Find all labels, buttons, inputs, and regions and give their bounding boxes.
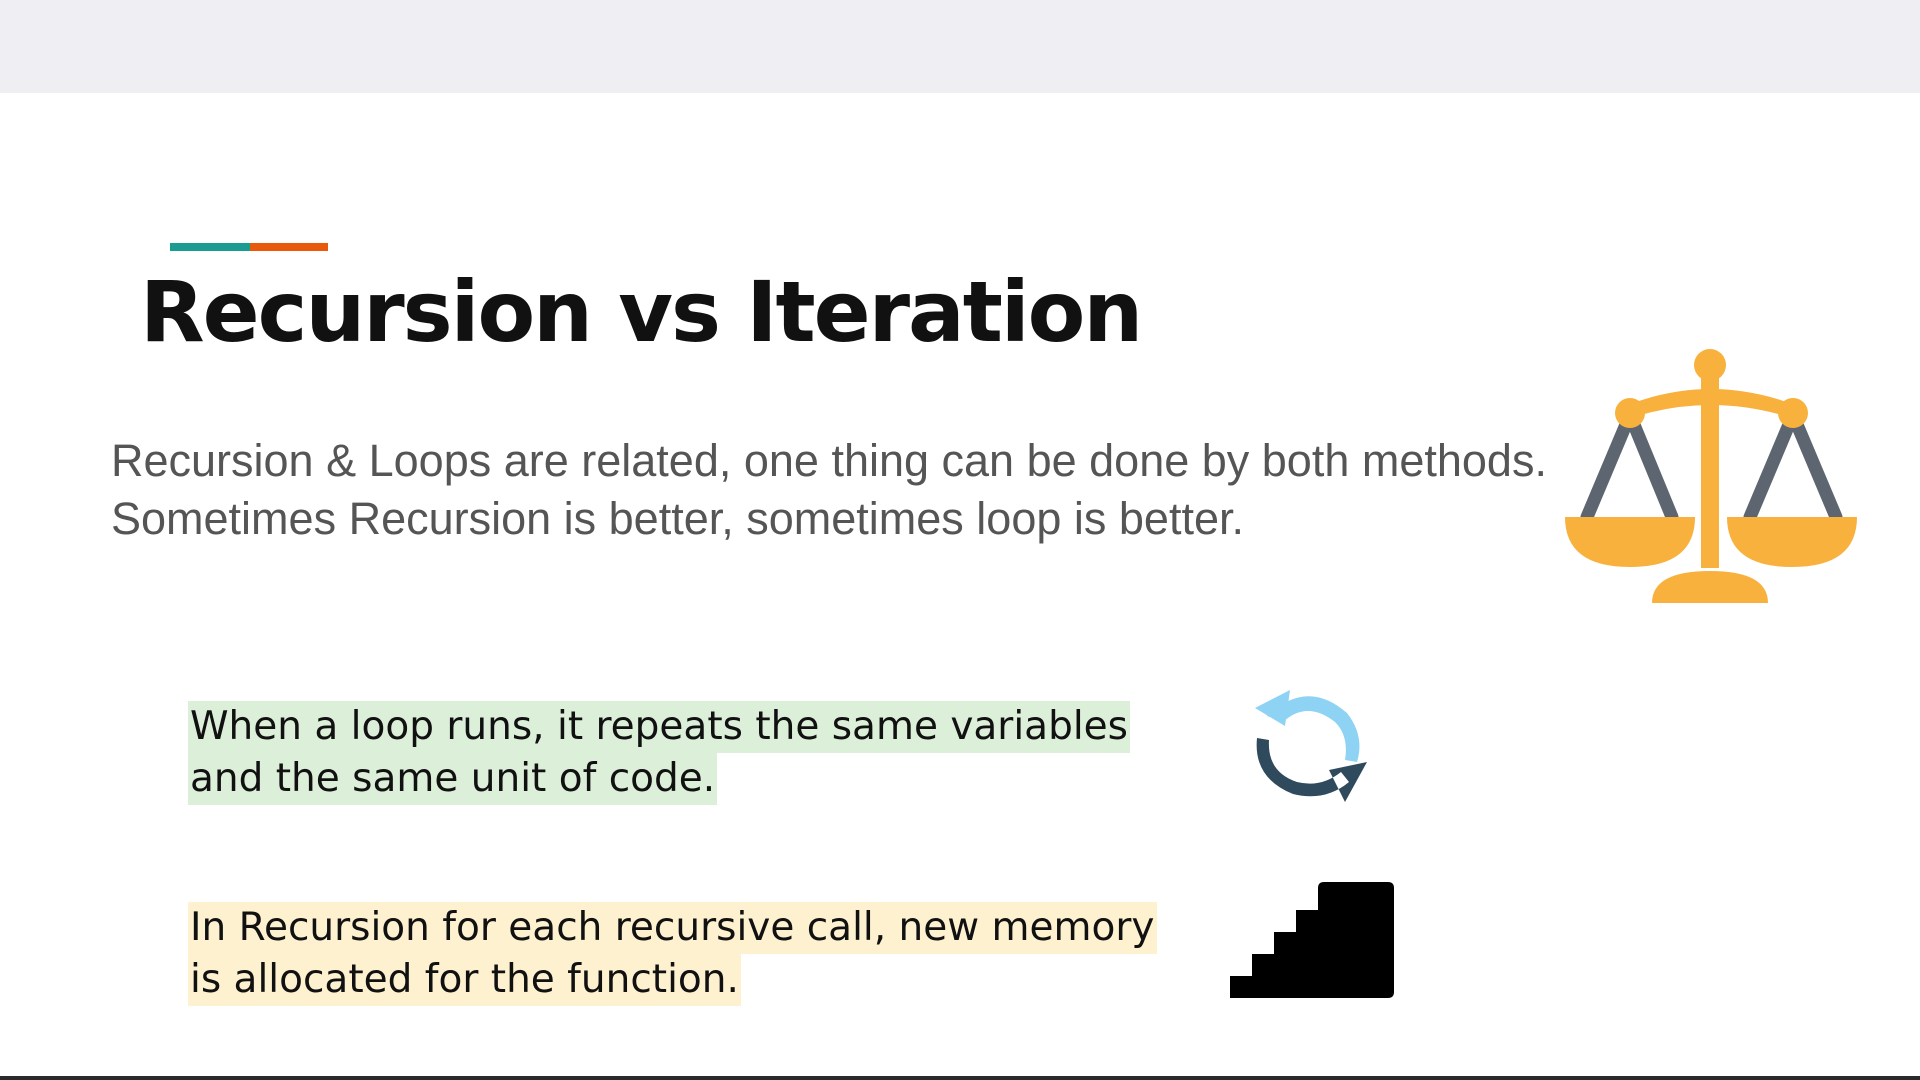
- balance-scales-icon: [1565, 349, 1857, 603]
- top-band: [0, 0, 1920, 93]
- slide-title: Recursion vs Iteration: [140, 263, 1143, 361]
- loop-note: When a loop runs, it repeats the same va…: [188, 701, 1130, 805]
- intro-text: Recursion & Loops are related, one thing…: [111, 432, 1611, 548]
- recursion-note-line: In Recursion for each recursive call, ne…: [188, 902, 1157, 954]
- loop-note-line: and the same unit of code.: [188, 753, 718, 805]
- bottom-band: [0, 1076, 1920, 1080]
- title-accent-orange: [250, 243, 328, 251]
- title-accent-teal: [170, 243, 250, 251]
- stairs-icon: [1230, 882, 1394, 998]
- recursion-note-line: is allocated for the function.: [188, 954, 741, 1006]
- recursion-note: In Recursion for each recursive call, ne…: [188, 902, 1157, 1006]
- intro-line: Sometimes Recursion is better, sometimes…: [111, 493, 1244, 544]
- intro-line: Recursion & Loops are related, one thing…: [111, 435, 1547, 486]
- cycle-arrows-icon: [1255, 690, 1367, 802]
- loop-note-line: When a loop runs, it repeats the same va…: [188, 701, 1130, 753]
